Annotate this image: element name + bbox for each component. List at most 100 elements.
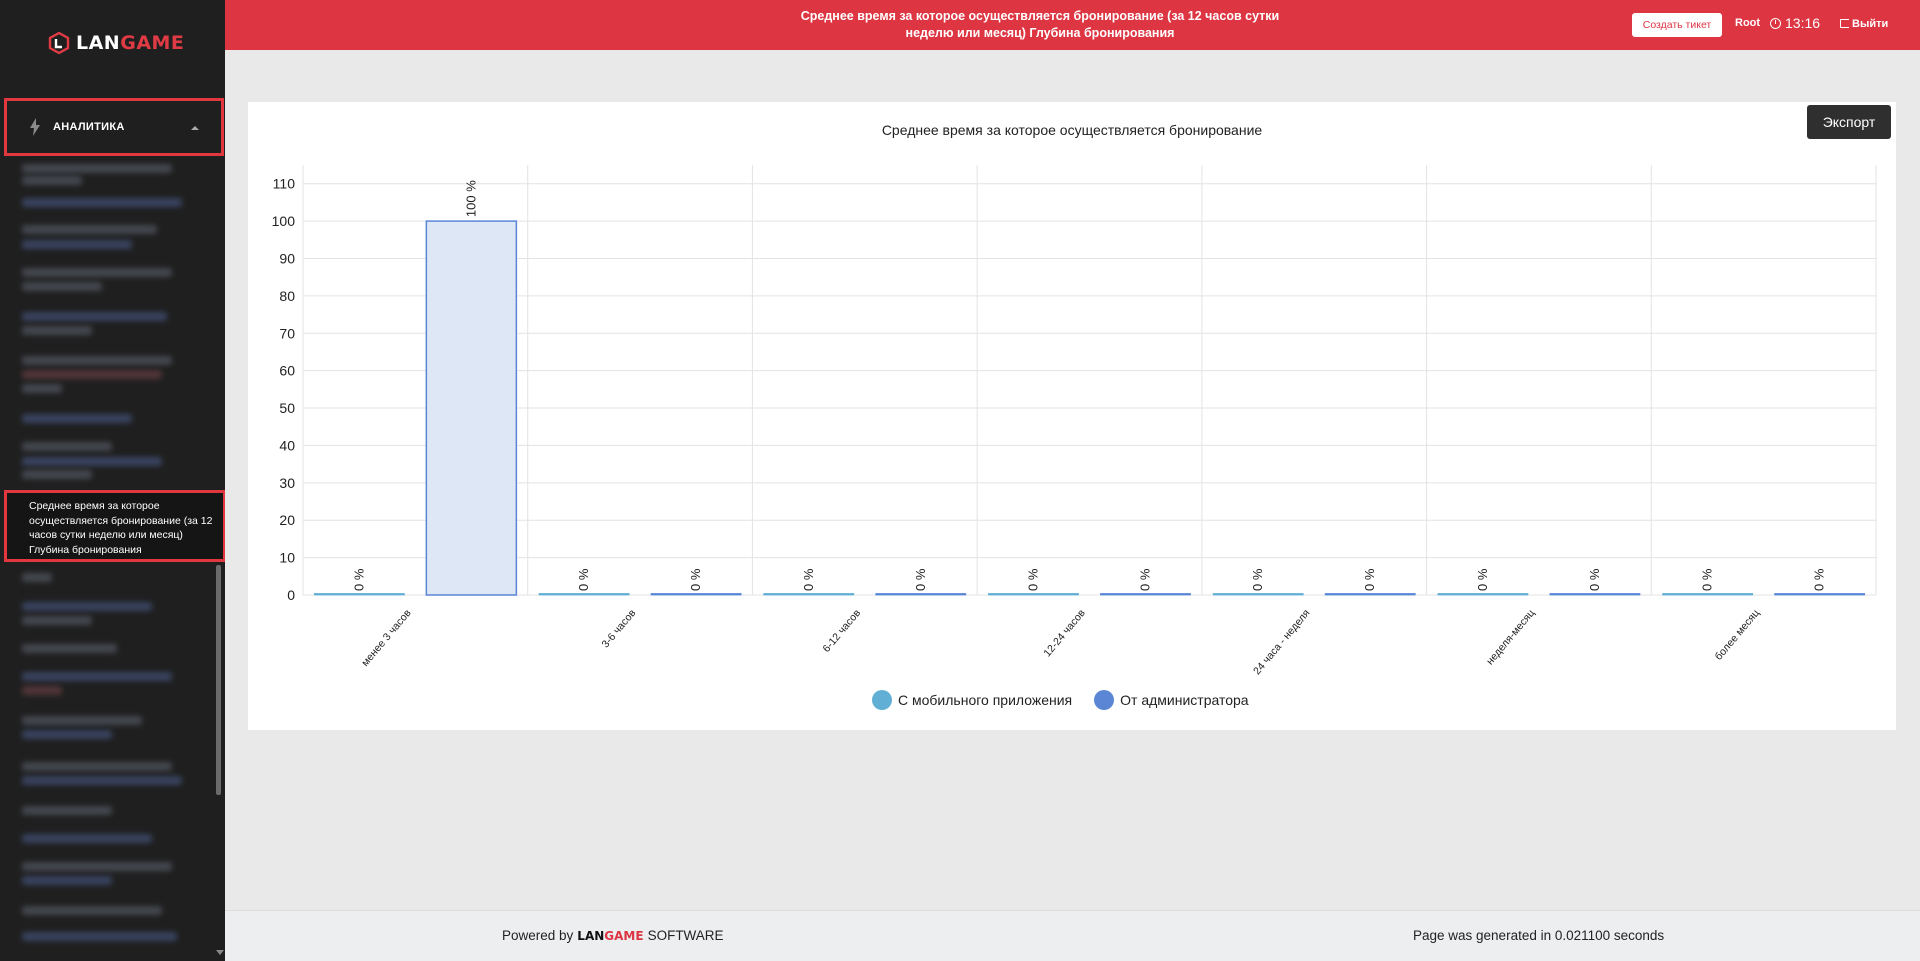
data-label: 0 %	[576, 568, 591, 591]
sidebar-scrollbar[interactable]	[216, 565, 221, 795]
sidebar-item-blurred[interactable]	[22, 370, 162, 379]
powered-prefix: Powered by	[502, 928, 574, 943]
data-label: 0 %	[1138, 568, 1153, 591]
logout-icon[interactable]	[1840, 19, 1849, 28]
sidebar-section-analytics[interactable]: АНАЛИТИКА	[4, 98, 224, 156]
x-tick-label: неделя-месяц	[1484, 607, 1537, 667]
x-tick-label: более месяц	[1713, 607, 1762, 662]
sidebar-item-blurred[interactable]	[22, 686, 62, 695]
sidebar-item-active[interactable]: Среднее время за которое осуществляется …	[4, 490, 225, 562]
sidebar-item-blurred[interactable]	[22, 225, 157, 234]
data-label: 0 %	[351, 568, 366, 591]
y-tick-label: 80	[279, 288, 295, 304]
y-tick-label: 50	[279, 400, 295, 416]
sidebar-item-blurred[interactable]	[22, 326, 92, 335]
sidebar-item-blurred[interactable]	[22, 384, 62, 393]
sidebar-item-blurred[interactable]	[22, 602, 152, 611]
logo-text: LANGAME	[76, 32, 184, 54]
sidebar-item-blurred[interactable]	[22, 164, 172, 173]
sidebar-item-blurred[interactable]	[22, 268, 172, 277]
footer-brand-part2: GAME	[604, 929, 644, 943]
sidebar-item-blurred[interactable]	[22, 806, 112, 815]
sidebar-item-blurred[interactable]	[22, 644, 117, 653]
chevron-up-icon	[191, 126, 199, 130]
footer: Powered by LANGAME SOFTWARE Page was gen…	[225, 910, 1920, 961]
legend-swatch-mobile	[872, 690, 892, 710]
data-label: 0 %	[1026, 568, 1041, 591]
sidebar-item-blurred[interactable]	[22, 240, 132, 249]
y-tick-label: 30	[279, 475, 295, 491]
logout-button[interactable]: Выйти	[1852, 18, 1888, 30]
legend-label-admin: От администратора	[1120, 692, 1249, 708]
bar	[313, 593, 405, 596]
logo-text-part2: GAME	[120, 32, 185, 54]
bar	[538, 593, 630, 596]
footer-brand: LANGAME	[577, 929, 643, 943]
powered-by: Powered by LANGAME SOFTWARE	[502, 928, 724, 943]
sidebar-item-blurred[interactable]	[22, 282, 102, 291]
sidebar-item-active-label: Среднее время за которое осуществляется …	[29, 500, 213, 556]
y-tick-label: 70	[279, 325, 295, 341]
data-label: 0 %	[801, 568, 816, 591]
data-label: 0 %	[1587, 568, 1602, 591]
y-tick-label: 90	[279, 250, 295, 266]
sidebar-item-blurred[interactable]	[22, 776, 182, 785]
footer-brand-part1: LAN	[577, 929, 605, 943]
create-ticket-button[interactable]: Создать тикет	[1632, 13, 1722, 37]
sidebar-item-blurred[interactable]	[22, 876, 112, 885]
sidebar-section-label: АНАЛИТИКА	[53, 121, 125, 133]
legend-item-mobile[interactable]: С мобильного приложения	[872, 690, 1072, 710]
bar	[1100, 593, 1191, 596]
bar	[425, 220, 518, 596]
x-tick-label: 24 часа - неделя	[1251, 607, 1312, 677]
data-label: 0 %	[1812, 568, 1827, 591]
x-tick-label: 6-12 часов	[820, 607, 863, 655]
sidebar-item-blurred[interactable]	[22, 442, 112, 451]
bar-chart: 0 10 20 30 40 50 60 70 80 90 100 110 0 % 100 % менее 3…	[272, 165, 1877, 677]
y-tick-label: 60	[279, 363, 295, 379]
x-tick-label: менее 3 часов	[359, 607, 414, 669]
y-tick-label: 20	[279, 512, 295, 528]
sidebar-item-blurred[interactable]	[22, 932, 177, 941]
sidebar-item-blurred[interactable]	[22, 730, 112, 739]
sidebar-item-blurred[interactable]	[22, 312, 167, 321]
page-title: Среднее время за которое осуществляется …	[800, 9, 1280, 40]
sidebar-item-blurred[interactable]	[22, 672, 172, 681]
logo[interactable]: LANGAME	[48, 32, 184, 54]
data-label: 0 %	[1250, 568, 1265, 591]
sidebar-item-blurred[interactable]	[22, 716, 142, 725]
data-label: 0 %	[1362, 568, 1377, 591]
bar	[1774, 593, 1866, 596]
sidebar-item-blurred[interactable]	[22, 470, 92, 479]
sidebar-item-blurred[interactable]	[22, 414, 132, 423]
bar	[1324, 593, 1416, 596]
sidebar-item-blurred[interactable]	[22, 573, 52, 582]
sidebar-item-blurred[interactable]	[22, 862, 172, 871]
sidebar-item-blurred[interactable]	[22, 762, 172, 771]
powered-suffix: SOFTWARE	[647, 928, 724, 943]
topbar: Среднее время за которое осуществляется …	[225, 0, 1920, 50]
sidebar-item-blurred[interactable]	[22, 176, 82, 185]
clock-icon	[1770, 18, 1781, 29]
y-tick-label: 0	[287, 587, 295, 603]
bar	[875, 593, 967, 596]
sidebar-item-blurred[interactable]	[22, 457, 162, 466]
bar	[650, 593, 742, 596]
scroll-down-icon[interactable]	[216, 950, 224, 955]
legend-item-admin[interactable]: От администратора	[1094, 690, 1249, 710]
sidebar: LANGAME АНАЛИТИКА Среднее время за котор…	[0, 0, 225, 961]
data-label: 0 %	[1700, 568, 1715, 591]
sidebar-item-blurred[interactable]	[22, 616, 92, 625]
chart-legend: С мобильного приложения От администратор…	[872, 690, 1249, 710]
data-label: 100 %	[463, 180, 478, 217]
sidebar-item-blurred[interactable]	[22, 198, 182, 207]
bar	[763, 593, 855, 596]
sidebar-item-blurred[interactable]	[22, 906, 162, 915]
user-name[interactable]: Root	[1735, 17, 1760, 29]
bar	[1212, 593, 1304, 596]
x-tick-label: 3-6 часов	[599, 607, 638, 650]
y-tick-label: 40	[279, 437, 295, 453]
sidebar-item-blurred[interactable]	[22, 356, 172, 365]
sidebar-item-blurred[interactable]	[22, 834, 152, 843]
logo-icon	[48, 32, 70, 54]
